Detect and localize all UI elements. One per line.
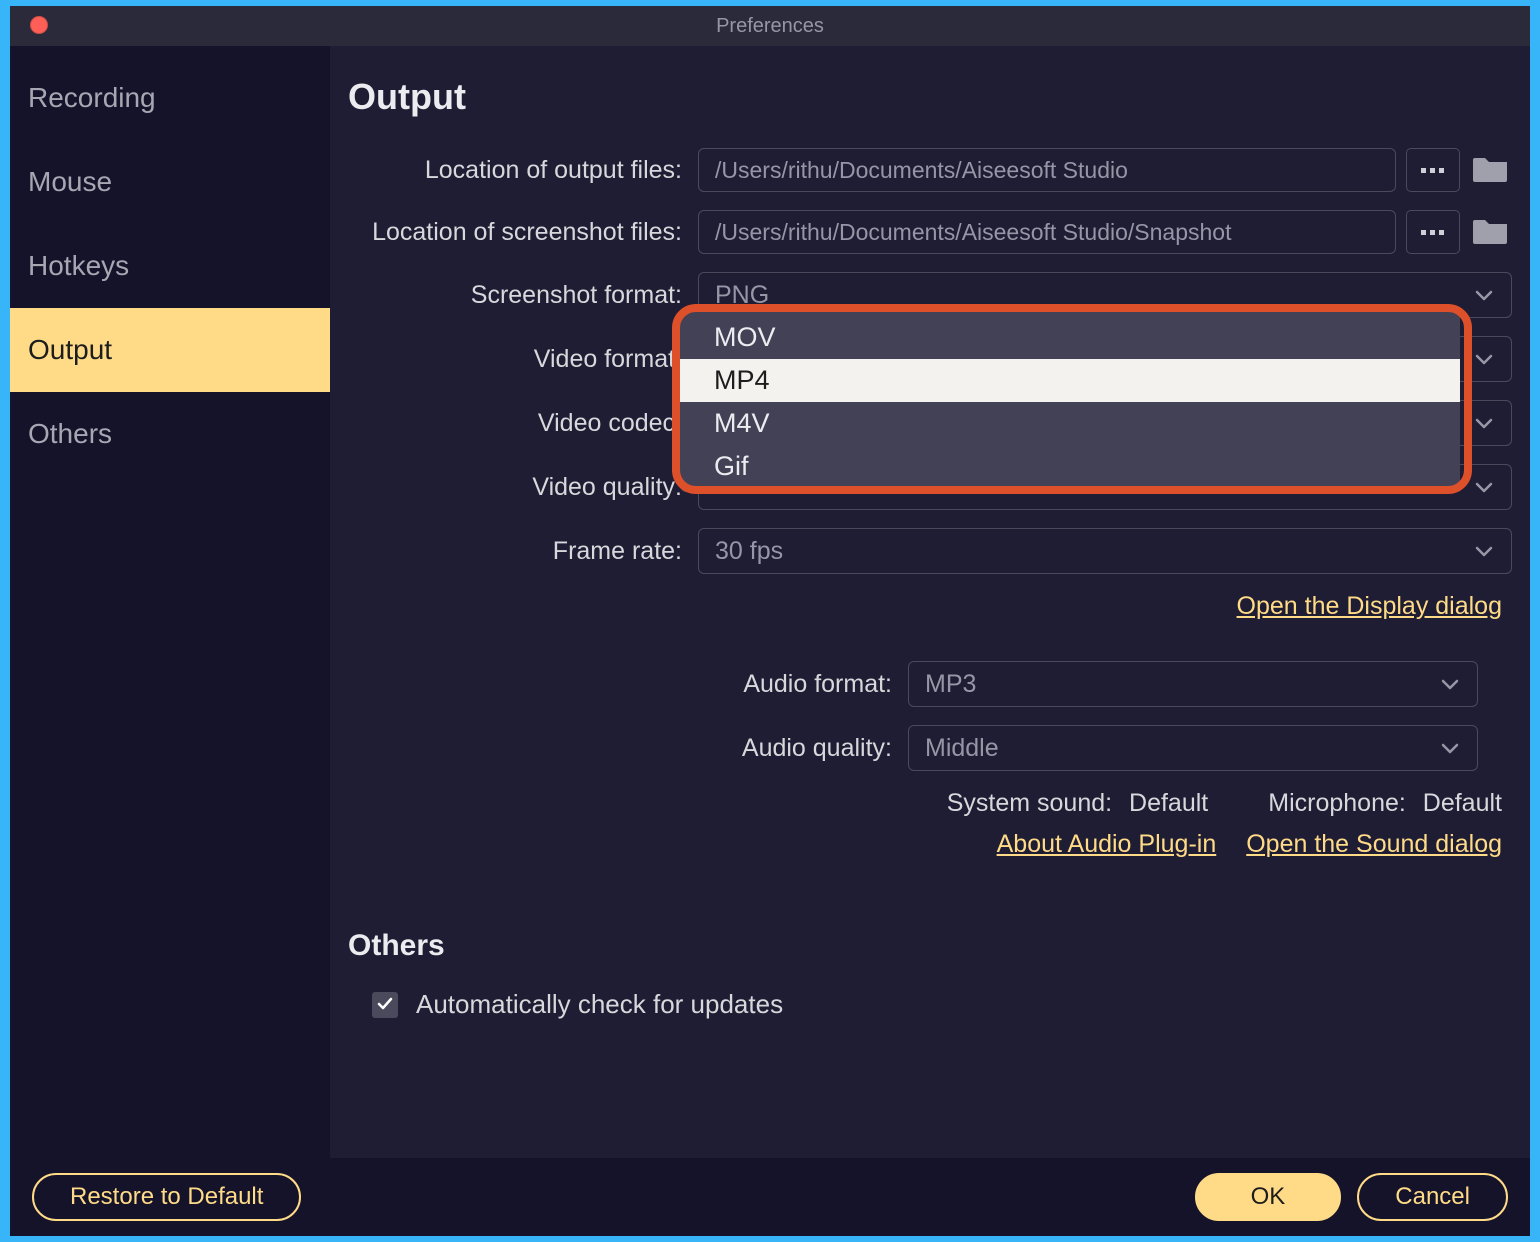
folder-icon	[1473, 154, 1509, 187]
chevron-down-icon	[1473, 540, 1495, 562]
check-icon	[376, 989, 394, 1020]
label-audio-format: Audio format:	[348, 670, 908, 699]
label-screenshot-format: Screenshot format:	[348, 281, 698, 310]
microphone-value: Default	[1423, 789, 1502, 817]
system-sound-label: System sound:	[947, 789, 1112, 817]
chevron-down-icon	[1473, 412, 1495, 434]
chevron-down-icon	[1473, 348, 1495, 370]
open-screenshot-folder-button[interactable]	[1470, 214, 1512, 250]
frame-rate-value: 30 fps	[715, 537, 783, 566]
ellipsis-icon	[1421, 223, 1445, 241]
content-pane: Output Location of output files: /Users/…	[330, 46, 1530, 1158]
video-format-dropdown[interactable]: MOV MP4 M4V Gif	[680, 312, 1460, 492]
sidebar-item-others[interactable]: Others	[10, 392, 330, 476]
system-sound-value: Default	[1129, 789, 1208, 817]
label-video-quality: Video quality:	[348, 473, 698, 502]
label-frame-rate: Frame rate:	[348, 537, 698, 566]
microphone-label: Microphone:	[1268, 789, 1406, 817]
sidebar-item-mouse[interactable]: Mouse	[10, 140, 330, 224]
section-heading-output: Output	[348, 76, 1512, 118]
label-audio-quality: Audio quality:	[348, 734, 908, 763]
audio-quality-select[interactable]: Middle	[908, 725, 1478, 771]
titlebar: Preferences	[10, 6, 1530, 46]
link-display-dialog[interactable]: Open the Display dialog	[1237, 592, 1502, 621]
footer-bar: Restore to Default OK Cancel	[10, 1158, 1530, 1236]
audio-format-select[interactable]: MP3	[908, 661, 1478, 707]
screenshot-files-path[interactable]: /Users/rithu/Documents/Aiseesoft Studio/…	[698, 210, 1396, 254]
label-screenshot-files: Location of screenshot files:	[348, 218, 698, 247]
chevron-down-icon	[1473, 284, 1495, 306]
frame-rate-select[interactable]: 30 fps	[698, 528, 1512, 574]
close-icon[interactable]	[30, 16, 48, 34]
preferences-window: Preferences Recording Mouse Hotkeys Outp…	[10, 6, 1530, 1236]
chevron-down-icon	[1473, 476, 1495, 498]
section-heading-others: Others	[348, 929, 1512, 963]
link-audio-plugin[interactable]: About Audio Plug-in	[997, 830, 1217, 859]
video-format-option-mov[interactable]: MOV	[680, 316, 1460, 359]
video-format-option-mp4[interactable]: MP4	[680, 359, 1460, 402]
window-title: Preferences	[716, 15, 824, 38]
link-sound-dialog[interactable]: Open the Sound dialog	[1246, 830, 1502, 859]
auto-update-label: Automatically check for updates	[416, 989, 783, 1020]
sidebar: Recording Mouse Hotkeys Output Others	[10, 46, 330, 1158]
label-video-codec: Video codec:	[348, 409, 698, 438]
video-format-option-gif[interactable]: Gif	[680, 445, 1460, 488]
label-video-format: Video format:	[348, 345, 698, 374]
screenshot-format-value: PNG	[715, 281, 769, 310]
ok-button[interactable]: OK	[1195, 1173, 1342, 1221]
open-output-folder-button[interactable]	[1470, 152, 1512, 188]
video-format-option-m4v[interactable]: M4V	[680, 402, 1460, 445]
chevron-down-icon	[1439, 737, 1461, 759]
auto-update-checkbox[interactable]	[372, 992, 398, 1018]
chevron-down-icon	[1439, 673, 1461, 695]
output-files-path[interactable]: /Users/rithu/Documents/Aiseesoft Studio	[698, 148, 1396, 192]
sidebar-item-recording[interactable]: Recording	[10, 56, 330, 140]
restore-default-button[interactable]: Restore to Default	[32, 1173, 301, 1221]
label-output-files: Location of output files:	[348, 156, 698, 185]
browse-screenshot-button[interactable]	[1406, 210, 1460, 254]
sidebar-item-output[interactable]: Output	[10, 308, 330, 392]
sidebar-item-hotkeys[interactable]: Hotkeys	[10, 224, 330, 308]
folder-icon	[1473, 216, 1509, 249]
audio-quality-value: Middle	[925, 734, 999, 763]
browse-output-button[interactable]	[1406, 148, 1460, 192]
audio-format-value: MP3	[925, 670, 976, 699]
cancel-button[interactable]: Cancel	[1357, 1173, 1508, 1221]
ellipsis-icon	[1421, 161, 1445, 179]
